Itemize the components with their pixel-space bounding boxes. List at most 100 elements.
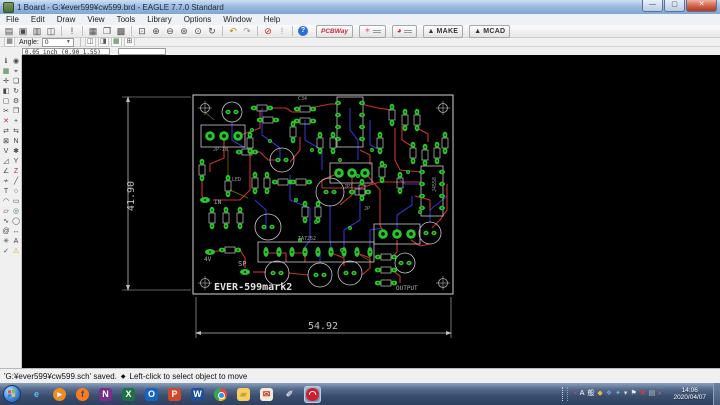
miter-tool[interactable]: ◿ xyxy=(1,157,11,167)
show-tool[interactable]: ◉ xyxy=(11,57,21,67)
menu-options[interactable]: Options xyxy=(178,14,218,25)
go-icon[interactable]: ⁞ xyxy=(276,25,288,37)
paste-tool[interactable]: ❐ xyxy=(11,107,21,117)
lock-tool[interactable]: ⊠ xyxy=(1,137,11,147)
tray-icon-7[interactable]: ⚑ xyxy=(630,389,636,399)
taskbar-outlook[interactable]: O xyxy=(144,387,159,402)
hole-tool[interactable]: ◯ xyxy=(11,217,21,227)
make-button[interactable]: ▲MAKE xyxy=(423,25,464,38)
errors-tool[interactable]: ⚠ xyxy=(11,247,21,257)
drc-tool[interactable]: ✓ xyxy=(1,247,11,257)
arc-tool[interactable]: ◠ xyxy=(1,197,11,207)
grid-params-icon[interactable]: ▦ xyxy=(4,37,15,47)
change-tool[interactable]: ⚙ xyxy=(11,97,21,107)
mark-tool[interactable]: ⌖ xyxy=(11,67,21,77)
undo-icon[interactable]: ↶ xyxy=(227,25,239,37)
tray-icon-8[interactable]: ✖ xyxy=(640,389,646,399)
board-canvas[interactable]: 41.9054.92EVER-599mark2JP-ININLED4VSPOUT… xyxy=(22,55,720,368)
menu-window[interactable]: Window xyxy=(217,14,257,25)
maximize-button[interactable]: ▢ xyxy=(664,0,685,12)
elecrow-button[interactable]: ◕ xyxy=(392,25,417,38)
grid-icon[interactable]: ▦ xyxy=(87,25,99,37)
taskbar-excel[interactable]: X xyxy=(121,387,136,402)
zoom-select-icon[interactable]: ⊙ xyxy=(192,25,204,37)
auto-tool[interactable]: A xyxy=(11,237,21,247)
wire-tool[interactable]: ╱ xyxy=(11,177,21,187)
menu-tools[interactable]: Tools xyxy=(111,14,142,25)
split-tool[interactable]: Y xyxy=(11,157,21,167)
group-tool[interactable]: ▢ xyxy=(1,97,11,107)
tray-icon-6[interactable]: ▾ xyxy=(624,389,628,399)
dimension-tool[interactable]: ↔ xyxy=(11,227,21,237)
grid-alt-icon[interactable]: ⊞ xyxy=(124,37,135,47)
pcbway-button[interactable]: PCBWay xyxy=(316,25,353,38)
move-tool[interactable]: ✛ xyxy=(1,77,11,87)
tray-icon-9[interactable]: ▤ xyxy=(649,389,656,399)
tray-icon-10[interactable]: ◐ xyxy=(658,389,662,399)
signal-tool[interactable]: ∿ xyxy=(1,217,11,227)
taskbar-powerpoint[interactable]: P xyxy=(167,387,182,402)
smash-tool[interactable]: ✱ xyxy=(11,147,21,157)
cut-tool[interactable]: ✂ xyxy=(1,107,11,117)
tray-icon-5[interactable]: ✦ xyxy=(615,389,621,399)
value-tool[interactable]: V xyxy=(1,147,11,157)
menu-view[interactable]: View xyxy=(81,14,110,25)
add-tool[interactable]: + xyxy=(11,117,21,127)
polygon-tool[interactable]: ▱ xyxy=(1,207,11,217)
tray-icon-1[interactable]: A xyxy=(580,389,585,399)
tray-icon-3[interactable]: ◆ xyxy=(597,389,602,399)
start-button[interactable] xyxy=(3,385,21,403)
tray-icon-4[interactable]: ❖ xyxy=(606,389,612,399)
tray-grip[interactable] xyxy=(562,387,568,401)
tray-icon-2[interactable]: 般 xyxy=(587,389,594,399)
rotate-step-icon[interactable]: ◨ xyxy=(98,37,109,47)
layer-display-icon[interactable]: ▩ xyxy=(115,25,127,37)
optimize-tool[interactable]: ∠ xyxy=(1,167,11,177)
taskbar-pen[interactable]: ✐ xyxy=(282,387,297,402)
menu-draw[interactable]: Draw xyxy=(51,14,82,25)
taskbar-internet-explorer[interactable]: e xyxy=(29,387,44,402)
display-tool[interactable]: ▦ xyxy=(1,67,11,77)
route-tool[interactable]: Z xyxy=(11,167,21,177)
replace-tool[interactable]: ⇆ xyxy=(11,127,21,137)
taskbar-mail[interactable]: ✉ xyxy=(259,387,274,402)
taskbar-chrome[interactable] xyxy=(213,387,228,402)
taskbar-media-player[interactable]: ▸ xyxy=(52,387,67,402)
menu-help[interactable]: Help xyxy=(258,14,286,25)
name-tool[interactable]: N xyxy=(11,137,21,147)
copy-tool[interactable]: ❏ xyxy=(11,77,21,87)
export-image-icon[interactable]: ◫ xyxy=(45,25,57,37)
layer-settings-icon[interactable]: ❐ xyxy=(101,25,113,37)
run-script-icon[interactable]: ! xyxy=(66,25,78,37)
taskbar-firefox[interactable]: f xyxy=(75,387,90,402)
rotate-tool[interactable]: ↻ xyxy=(11,87,21,97)
ratsnest-tool[interactable]: ✳ xyxy=(1,237,11,247)
command-line-input[interactable] xyxy=(118,48,166,55)
open-icon[interactable]: ▤ xyxy=(3,25,15,37)
redo-icon[interactable]: ↷ xyxy=(241,25,253,37)
menu-library[interactable]: Library xyxy=(141,14,177,25)
save-icon[interactable]: ▣ xyxy=(17,25,29,37)
print-icon[interactable]: ▥ xyxy=(31,25,43,37)
via-tool[interactable]: ◎ xyxy=(11,207,21,217)
pinswap-tool[interactable]: ⇄ xyxy=(1,127,11,137)
taskbar-folder[interactable]: ▰ xyxy=(236,387,251,402)
grid-on-icon[interactable]: ▦ xyxy=(111,37,122,47)
help-icon[interactable]: ? xyxy=(298,26,308,36)
delete-tool[interactable]: ✕ xyxy=(1,117,11,127)
fusion-pcb-button[interactable]: ✶ xyxy=(359,25,386,38)
zoom-redraw-icon[interactable]: ⊛ xyxy=(178,25,190,37)
title-bar[interactable]: 1 Board - G:¥ever599¥cw599.brd - EAGLE 7… xyxy=(0,0,720,15)
mirror-toggle-icon[interactable]: ◫ xyxy=(85,37,96,47)
zoom-last-icon[interactable]: ↻ xyxy=(206,25,218,37)
taskbar-clock[interactable]: 14:06 2020/04/07 xyxy=(673,387,706,401)
info-tool[interactable]: ℹ xyxy=(1,57,11,67)
minimize-button[interactable]: — xyxy=(642,0,663,12)
zoom-out-icon[interactable]: ⊖ xyxy=(164,25,176,37)
circle-tool[interactable]: ○ xyxy=(11,187,21,197)
attribute-tool[interactable]: @ xyxy=(1,227,11,237)
ripup-tool[interactable]: ≁ xyxy=(1,177,11,187)
tray-icon-0[interactable]: ▪ xyxy=(574,389,576,399)
angle-combobox[interactable]: 0 ▼ xyxy=(42,38,74,47)
zoom-in-icon[interactable]: ⊕ xyxy=(150,25,162,37)
